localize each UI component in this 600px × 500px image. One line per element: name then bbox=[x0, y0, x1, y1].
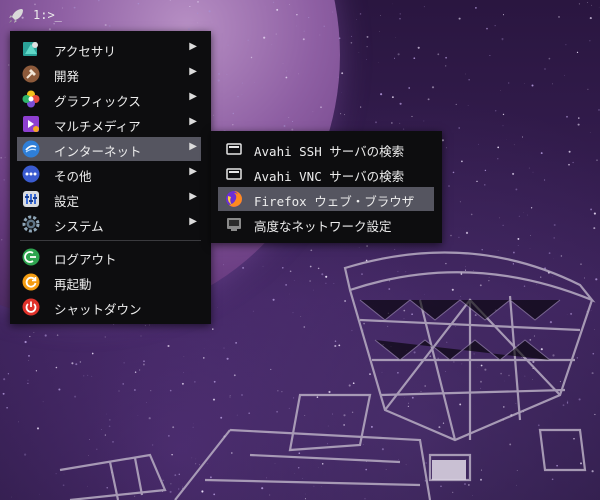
submenu-arrow-icon: ▶ bbox=[189, 141, 197, 152]
submenu-item-label: Firefox ウェブ・ブラウザ bbox=[254, 194, 415, 209]
accessories-icon bbox=[22, 40, 40, 58]
logout-icon bbox=[22, 248, 40, 266]
menu-separator bbox=[20, 240, 201, 241]
menu-item-label: システム bbox=[54, 219, 104, 234]
submenu-item-avahi-vnc[interactable]: Avahi VNC サーバの検索 bbox=[211, 162, 442, 186]
menu-item-label: 設定 bbox=[54, 194, 80, 209]
submenu-arrow-icon: ▶ bbox=[189, 216, 197, 227]
menu-item-internet[interactable]: インターネット ▶ bbox=[17, 137, 201, 161]
menu-item-label: マルチメディア bbox=[54, 119, 141, 134]
submenu-item-label: 高度なネットワーク設定 bbox=[254, 219, 392, 234]
menu-item-label: インターネット bbox=[54, 144, 142, 159]
submenu-arrow-icon: ▶ bbox=[189, 41, 197, 52]
menu-item-system[interactable]: システム ▶ bbox=[10, 212, 211, 236]
multimedia-icon bbox=[22, 115, 40, 133]
workspace-indicator[interactable]: 1:>_ bbox=[33, 8, 62, 22]
submenu-item-network-settings[interactable]: 高度なネットワーク設定 bbox=[211, 212, 442, 236]
network-server-icon bbox=[225, 165, 243, 183]
menu-item-settings[interactable]: 設定 ▶ bbox=[10, 187, 211, 211]
system-gear-icon bbox=[22, 215, 40, 233]
menu-item-label: ログアウト bbox=[54, 252, 117, 267]
submenu-item-firefox[interactable]: Firefox ウェブ・ブラウザ bbox=[218, 187, 434, 211]
submenu-arrow-icon: ▶ bbox=[189, 91, 197, 102]
menu-item-other[interactable]: その他 ▶ bbox=[10, 162, 211, 186]
application-menu: アクセサリ ▶ 開発 ▶ グラフィックス ▶ マルチメディア ▶ インターネット… bbox=[10, 31, 211, 324]
other-dots-icon bbox=[22, 165, 40, 183]
menu-item-label: アクセサリ bbox=[54, 44, 116, 59]
network-server-icon bbox=[225, 140, 243, 158]
menu-item-label: 再起動 bbox=[54, 277, 92, 292]
development-hammer-icon bbox=[22, 65, 40, 83]
submenu-arrow-icon: ▶ bbox=[189, 116, 197, 127]
menu-item-accessories[interactable]: アクセサリ ▶ bbox=[10, 37, 211, 61]
menu-item-label: シャットダウン bbox=[54, 302, 142, 317]
internet-globe-icon bbox=[22, 140, 40, 158]
reboot-icon bbox=[22, 273, 40, 291]
submenu-item-label: Avahi VNC サーバの検索 bbox=[254, 169, 405, 184]
menu-item-shutdown[interactable]: シャットダウン bbox=[10, 295, 211, 319]
internet-submenu: Avahi SSH サーバの検索 Avahi VNC サーバの検索 Firefo… bbox=[211, 131, 442, 243]
graphics-flower-icon bbox=[22, 90, 40, 108]
settings-icon bbox=[22, 190, 40, 208]
menu-item-multimedia[interactable]: マルチメディア ▶ bbox=[10, 112, 211, 136]
shutdown-icon bbox=[22, 298, 40, 316]
network-settings-icon bbox=[225, 215, 243, 233]
taskbar: 1:>_ bbox=[0, 0, 600, 32]
menu-item-label: グラフィックス bbox=[54, 94, 141, 109]
rocket-icon[interactable] bbox=[6, 6, 26, 26]
menu-item-label: 開発 bbox=[54, 69, 80, 84]
submenu-arrow-icon: ▶ bbox=[189, 191, 197, 202]
submenu-item-label: Avahi SSH サーバの検索 bbox=[254, 144, 405, 159]
menu-item-label: その他 bbox=[54, 169, 92, 184]
submenu-item-avahi-ssh[interactable]: Avahi SSH サーバの検索 bbox=[211, 137, 442, 161]
menu-item-development[interactable]: 開発 ▶ bbox=[10, 62, 211, 86]
menu-item-reboot[interactable]: 再起動 bbox=[10, 270, 211, 294]
menu-item-logout[interactable]: ログアウト bbox=[10, 245, 211, 269]
menu-item-graphics[interactable]: グラフィックス ▶ bbox=[10, 87, 211, 111]
submenu-arrow-icon: ▶ bbox=[189, 66, 197, 77]
firefox-icon bbox=[225, 190, 243, 208]
submenu-arrow-icon: ▶ bbox=[189, 166, 197, 177]
